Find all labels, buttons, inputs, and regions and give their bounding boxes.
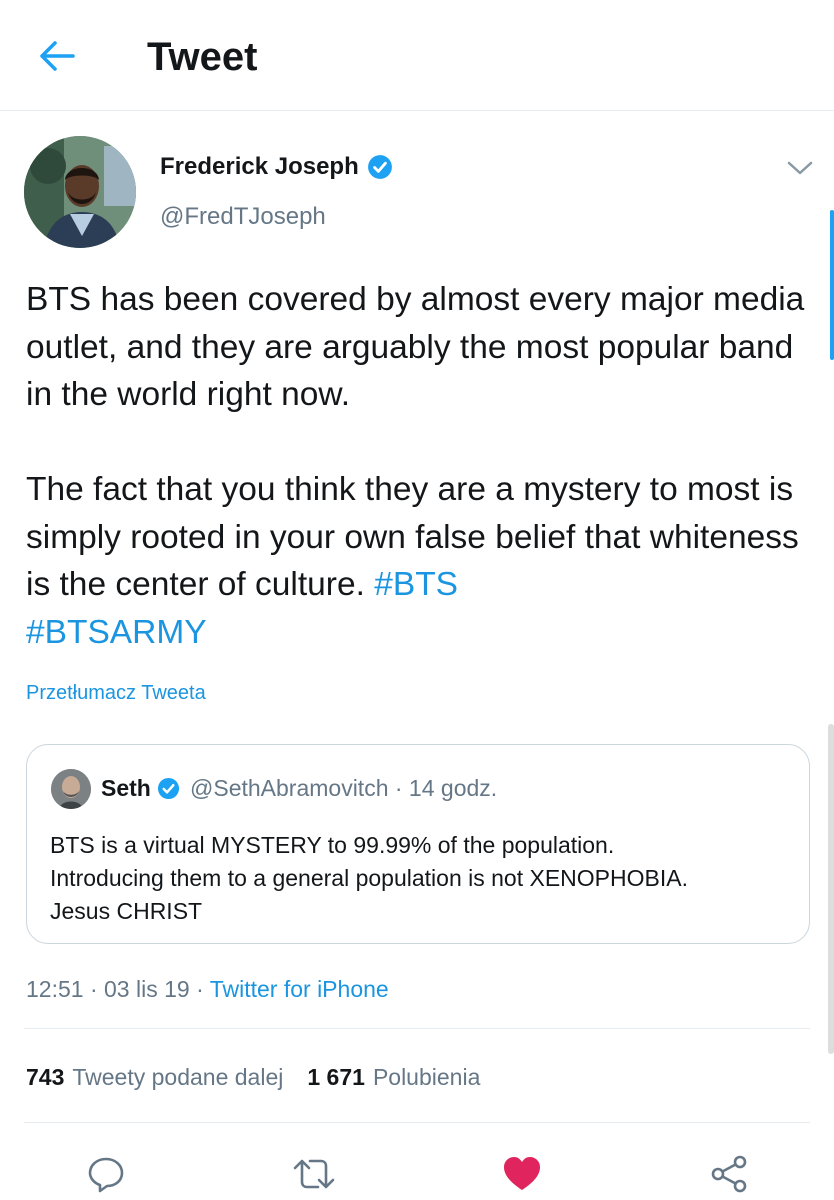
tweet-time: 12:51 — [26, 976, 84, 1002]
more-options-button[interactable] — [782, 152, 818, 184]
quoted-tweet[interactable]: Seth @SethAbramovitch · 14 godz. BTS is … — [26, 744, 810, 944]
share-button[interactable] — [704, 1148, 756, 1200]
back-button[interactable] — [30, 34, 84, 78]
tweet-paragraph-2: The fact that you think they are a myste… — [26, 466, 816, 656]
hashtag-bts[interactable]: #BTS — [374, 566, 458, 603]
verified-badge-icon — [157, 777, 179, 799]
reply-button[interactable] — [80, 1148, 132, 1200]
scrollbar-track — [828, 724, 834, 1054]
action-bar — [0, 1140, 834, 1200]
translate-tweet-link[interactable]: Przetłumacz Tweeta — [26, 679, 206, 707]
tweet-paragraph-1: BTS has been covered by almost every maj… — [26, 281, 805, 413]
share-icon — [711, 1155, 747, 1193]
quote-text: BTS is a virtual MYSTERY to 99.99% of th… — [50, 829, 790, 928]
likes-label: Polubienia — [372, 1064, 481, 1090]
tweet-stats: 743 Tweety podane dalej 1 671 Polubienia — [26, 1060, 480, 1094]
author-name[interactable]: Frederick Joseph — [160, 150, 393, 184]
arrow-left-icon — [40, 41, 75, 71]
author-name-text: Frederick Joseph — [160, 153, 359, 180]
retweets-label: Tweety podane dalej — [72, 1064, 284, 1090]
heart-icon — [504, 1157, 540, 1190]
quote-line-2: Introducing them to a general population… — [50, 865, 688, 891]
quote-author-name-text: Seth — [101, 775, 151, 801]
scroll-indicator — [830, 210, 834, 360]
tweet-client-link[interactable]: Twitter for iPhone — [210, 976, 389, 1002]
retweets-stat[interactable]: 743 Tweety podane dalej — [26, 1060, 283, 1094]
quote-author-name: Seth — [101, 771, 180, 805]
tweet-meta: 12:51 · 03 lis 19 · Twitter for iPhone — [26, 976, 389, 1002]
verified-badge-icon — [367, 155, 392, 179]
quote-author-handle: @SethAbramovitch · 14 godz. — [190, 775, 498, 801]
top-bar: Tweet — [0, 0, 834, 111]
tweet-date: 03 lis 19 — [104, 976, 190, 1002]
quote-avatar — [51, 769, 91, 809]
quote-line-3: Jesus CHRIST — [50, 898, 203, 924]
page-title: Tweet — [147, 35, 258, 79]
retweet-icon — [293, 1159, 335, 1189]
tweet-text: BTS has been covered by almost every maj… — [26, 276, 816, 656]
retweet-button[interactable] — [288, 1148, 340, 1200]
quote-avatar-image — [51, 769, 91, 809]
chevron-down-icon — [787, 161, 813, 175]
retweets-count: 743 — [26, 1064, 65, 1090]
like-button[interactable] — [496, 1148, 548, 1200]
author-handle[interactable]: @FredTJoseph — [160, 200, 326, 234]
likes-stat[interactable]: 1 671 Polubienia — [307, 1060, 480, 1094]
quote-line-1: BTS is a virtual MYSTERY to 99.99% of th… — [50, 832, 615, 858]
hashtag-btsarmy[interactable]: #BTSARMY — [26, 614, 207, 651]
divider — [24, 1028, 810, 1029]
divider — [24, 1122, 810, 1123]
likes-count: 1 671 — [307, 1064, 365, 1090]
avatar-image — [24, 136, 136, 248]
author-avatar[interactable] — [24, 136, 136, 248]
reply-icon — [88, 1157, 124, 1193]
